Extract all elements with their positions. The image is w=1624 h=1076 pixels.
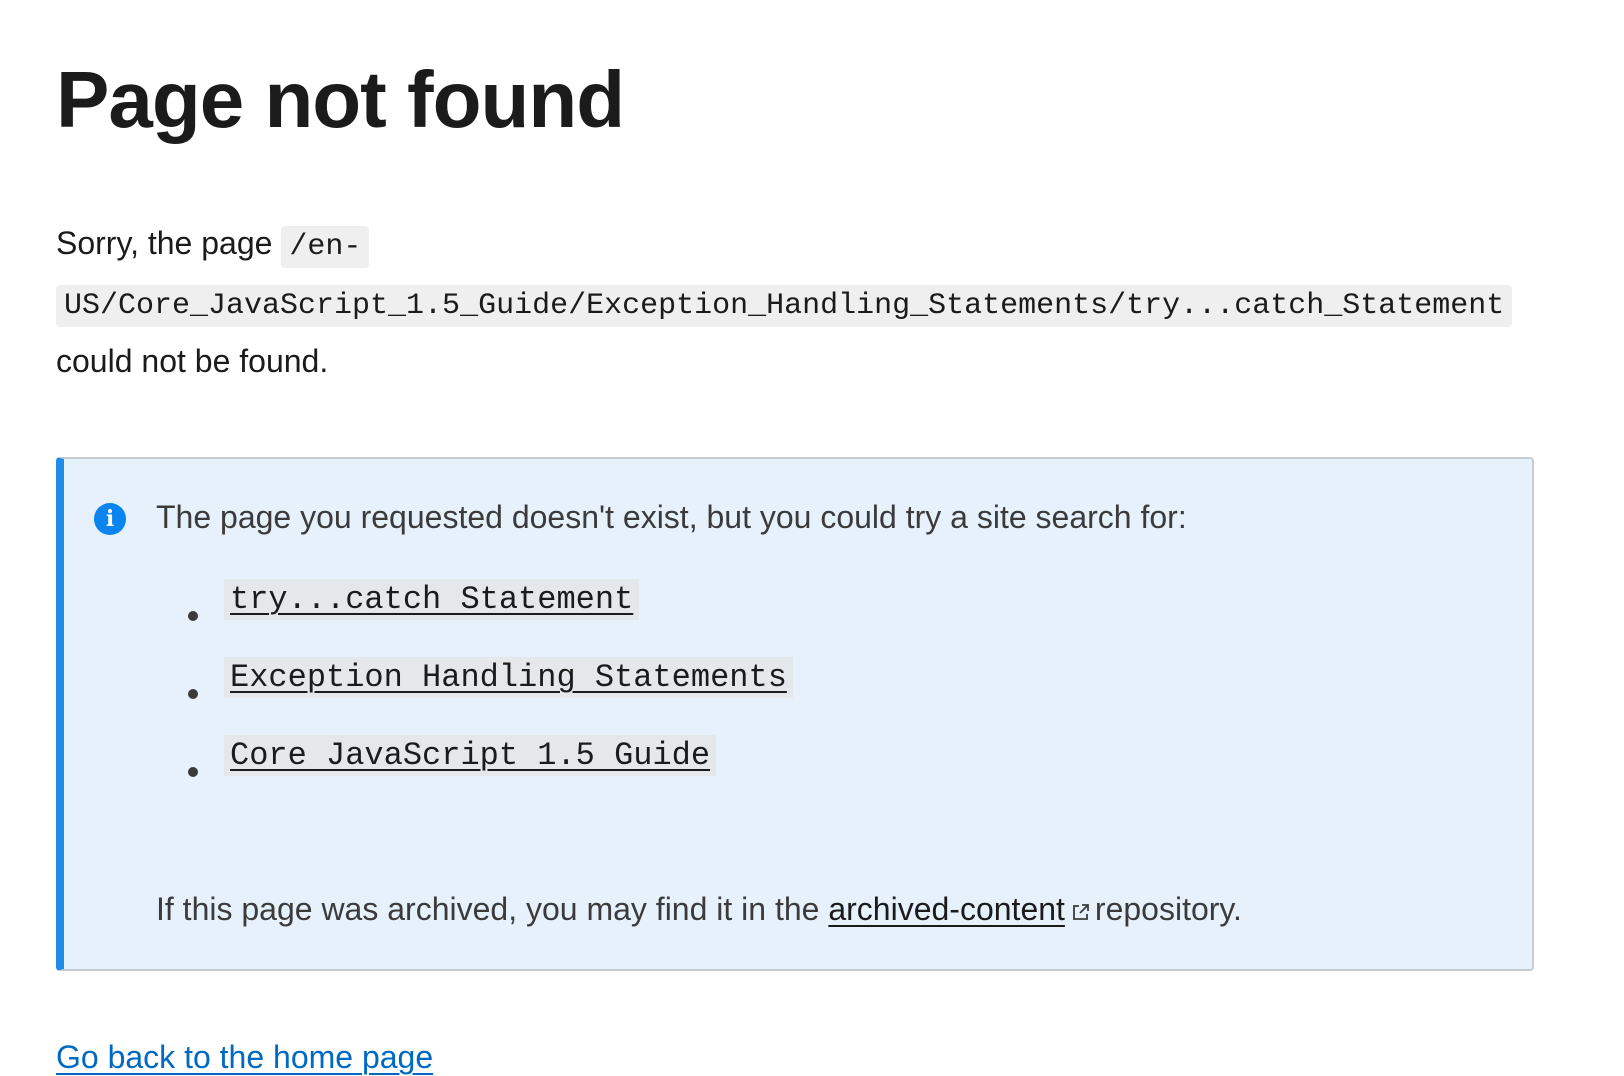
archive-note: If this page was archived, you may find …	[156, 891, 1242, 928]
page-title: Page not found	[56, 55, 625, 144]
suggestion-link-exception-handling[interactable]: Exception Handling Statements	[224, 657, 793, 698]
info-icon: i	[94, 503, 126, 535]
missing-page-path: /en-US/Core_JavaScript_1.5_Guide/Excepti…	[56, 226, 1513, 327]
suggestion-link-try-catch[interactable]: try...catch Statement	[224, 579, 640, 620]
archive-suffix: repository.	[1094, 891, 1242, 927]
external-link-icon	[1073, 904, 1089, 920]
not-found-message: Sorry, the page /en-US/Core_JavaScript_1…	[56, 216, 1513, 389]
list-item: Core JavaScript 1.5 Guide	[188, 735, 793, 813]
suggestion-list: try...catch Statement Exception Handling…	[156, 579, 793, 813]
archived-content-link[interactable]: archived-content	[828, 891, 1065, 927]
suggestion-link-core-guide[interactable]: Core JavaScript 1.5 Guide	[224, 735, 717, 776]
not-found-page: Page not found Sorry, the page /en-US/Co…	[56, 0, 1536, 1076]
notice-lead-text: The page you requested doesn't exist, bu…	[156, 499, 1187, 535]
archive-prefix: If this page was archived, you may find …	[156, 891, 820, 927]
message-prefix: Sorry, the page	[56, 225, 273, 261]
message-suffix: could not be found.	[56, 343, 329, 379]
home-page-link[interactable]: Go back to the home page	[56, 1039, 433, 1076]
list-item: Exception Handling Statements	[188, 657, 793, 735]
search-suggestions-notice: i The page you requested doesn't exist, …	[56, 457, 1534, 971]
list-item: try...catch Statement	[188, 579, 793, 657]
